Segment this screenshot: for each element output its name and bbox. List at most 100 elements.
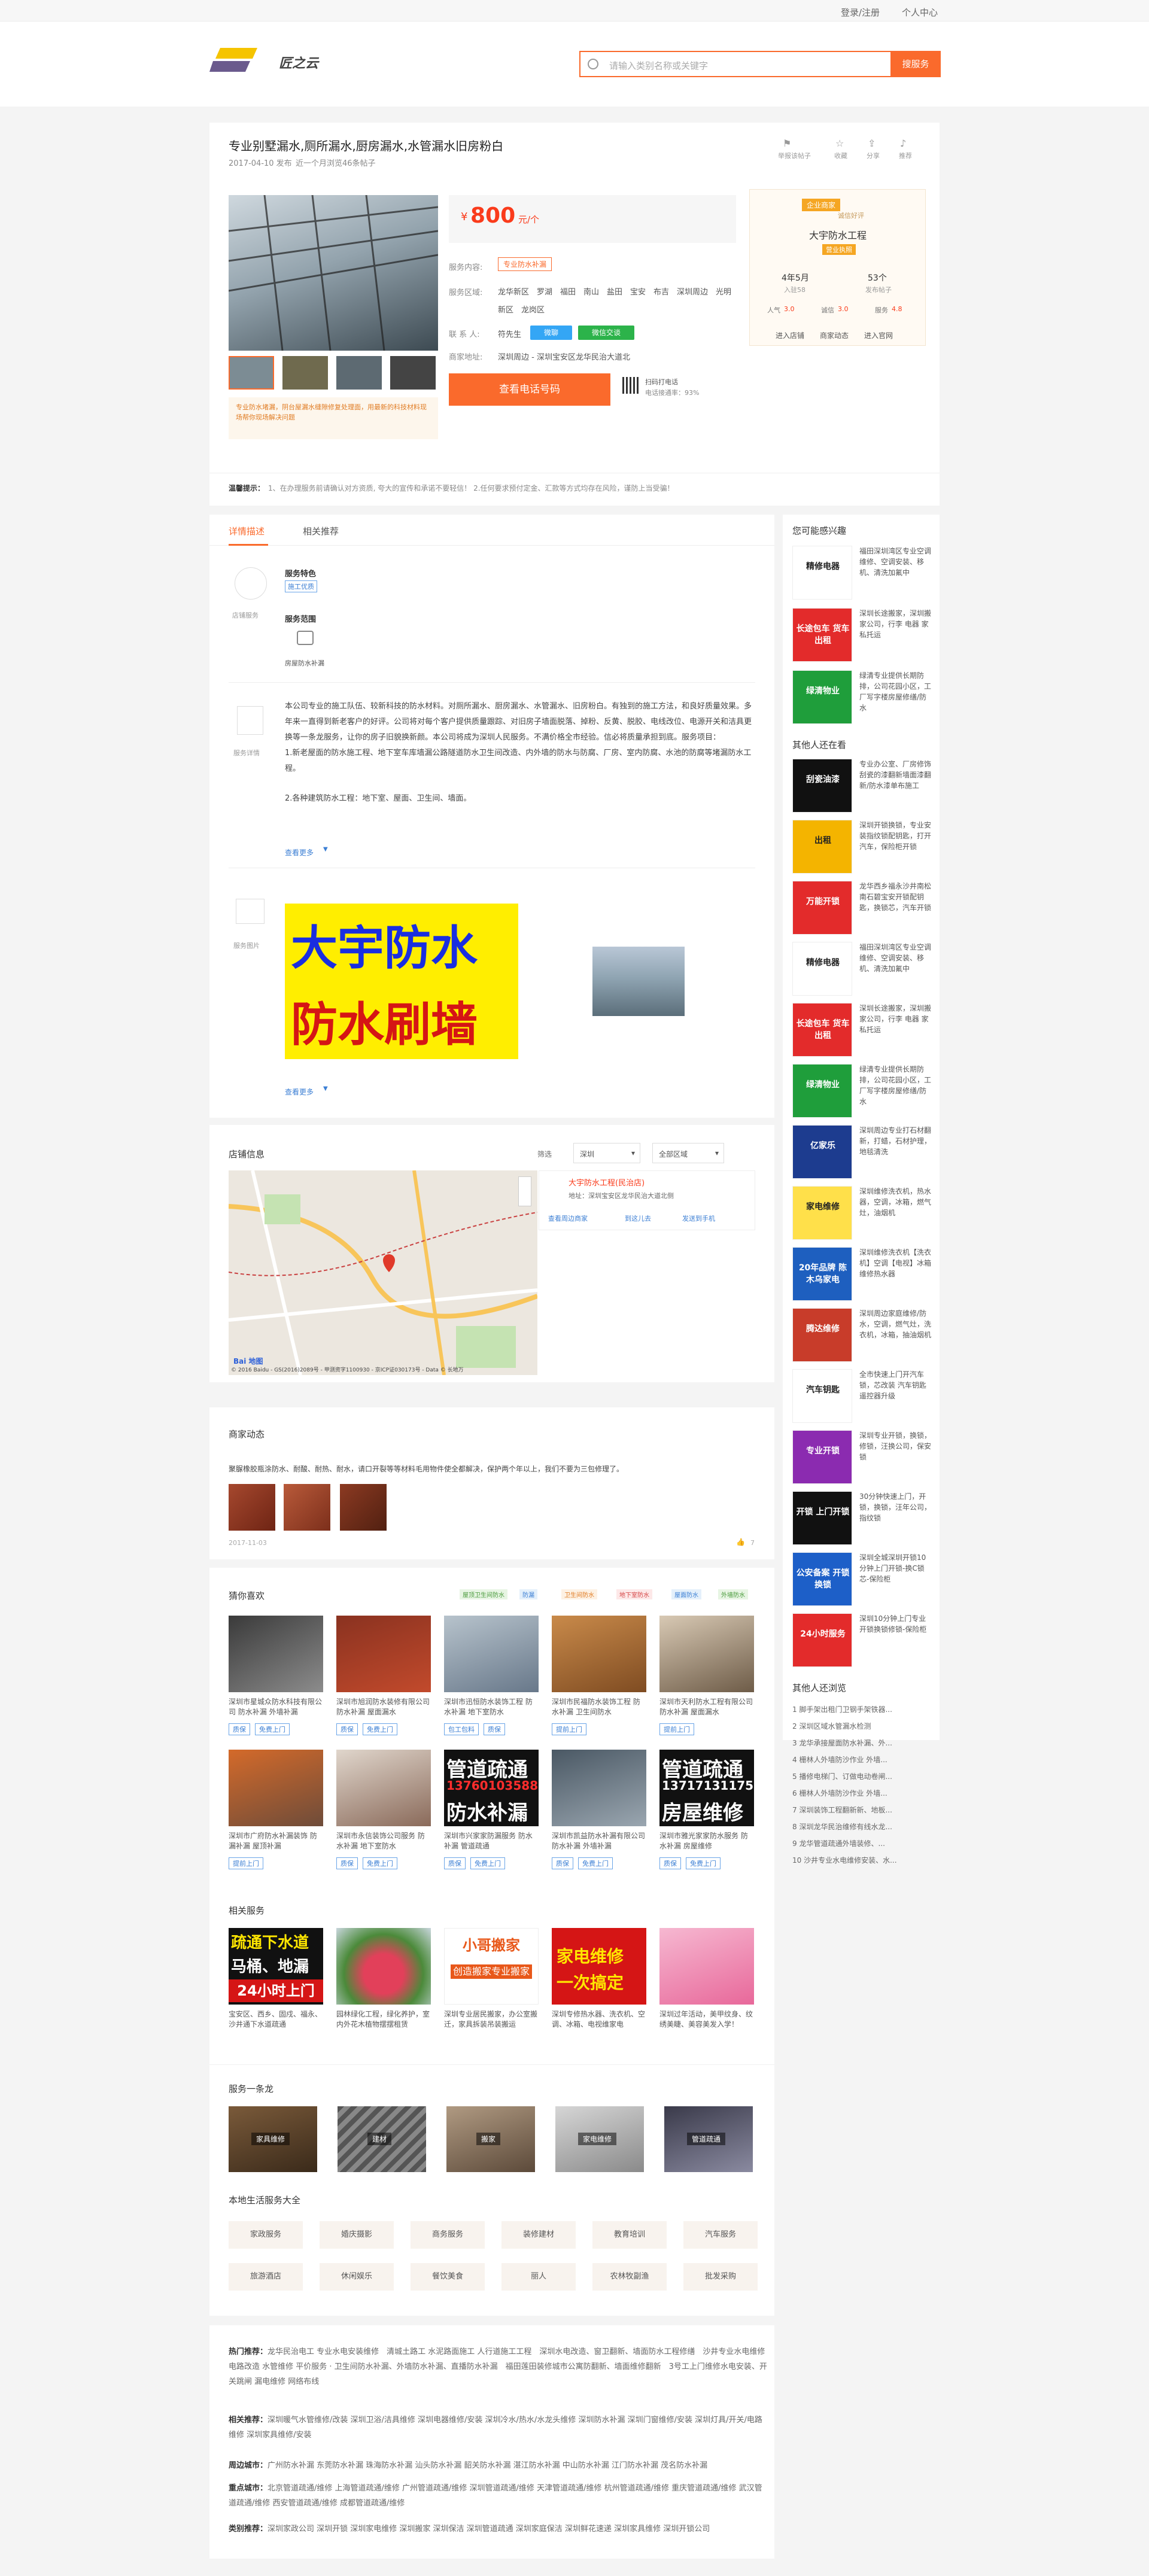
sidebar-caption: 深圳长途搬家，深圳搬家公司，行李 电器 家私托运 — [859, 609, 931, 639]
more-link-2[interactable]: 查看更多 — [285, 1087, 314, 1097]
browse-item[interactable]: 10 沙井专业水电维修安装、水... — [792, 1855, 932, 1865]
browse-item[interactable]: 3 龙华承接屋面防水补漏、外... — [792, 1738, 932, 1748]
browse-item[interactable]: 8 深圳龙华民治维修有线水龙... — [792, 1821, 932, 1832]
category-button[interactable]: 汽车服务 — [683, 2221, 758, 2249]
zoom-control[interactable] — [518, 1176, 531, 1206]
send-phone-link[interactable]: 发送到手机 — [682, 1214, 715, 1223]
nearby-link[interactable]: 查看周边商家 — [548, 1214, 588, 1223]
search-button[interactable]: 搜服务 — [890, 51, 941, 77]
dynamics-photo-2[interactable] — [284, 1484, 330, 1531]
map-view[interactable]: Bai 地图 © 2016 Baidu - GS(2016)2089号 - 甲测… — [229, 1170, 537, 1375]
shop-name[interactable]: 大宇防水工程 — [809, 227, 867, 242]
like-icon[interactable]: 👍 — [736, 1538, 745, 1546]
footer-text[interactable]: 龙华民治电工 专业水电安装维修 清城土路工 水泥路面施工 人行道施工工程 深圳水… — [229, 2347, 767, 2386]
official-site-link[interactable]: 进入官网 — [864, 330, 893, 340]
category-button[interactable]: 餐饮美食 — [411, 2263, 485, 2291]
oneline-item[interactable]: 搬家 — [446, 2106, 535, 2172]
show-phone-button[interactable]: 查看电话号码 — [449, 373, 610, 406]
roof-photo[interactable] — [592, 947, 685, 1016]
guess-tag-5[interactable]: 屋面防水 — [671, 1589, 701, 1599]
shop-service-label: 店铺服务 — [232, 612, 259, 619]
poster-image[interactable]: 大宇防水 防水刷墙 — [285, 904, 518, 1059]
category-button[interactable]: 丽人 — [501, 2263, 576, 2291]
report-label[interactable]: 举报该帖子 — [778, 151, 811, 160]
category-button[interactable]: 休闲娱乐 — [320, 2263, 394, 2291]
oneline-title: 服务一条龙 — [229, 2084, 274, 2094]
oneline-item[interactable]: 家具维修 — [229, 2106, 317, 2172]
category-button[interactable]: 批发采购 — [683, 2263, 758, 2291]
guess-tag-6[interactable]: 外墙防水 — [718, 1589, 748, 1599]
chat-button[interactable]: 微聊 — [530, 326, 572, 340]
category-button[interactable]: 婚庆摄影 — [320, 2221, 394, 2249]
guess-tag-1[interactable]: 屋顶卫生间防水 — [460, 1589, 507, 1599]
browse-item[interactable]: 6 栅林人外墙防沙作业 外墙... — [792, 1788, 932, 1798]
rating-2-label: 诚信 — [821, 306, 834, 314]
sidebar-thumb: 汽车钥匙 — [792, 1369, 852, 1423]
guess-tag-2[interactable]: 防漏 — [519, 1589, 537, 1599]
category-button[interactable]: 教育培训 — [592, 2221, 667, 2249]
dynamics-photo-3[interactable] — [340, 1484, 387, 1531]
license-badge: 营业执照 — [822, 244, 856, 255]
browse-item[interactable]: 2 深圳区域水管漏水检测 — [792, 1721, 932, 1731]
thumb-2[interactable] — [282, 356, 328, 390]
report-icon[interactable]: ⚑ — [783, 138, 791, 149]
browse-item[interactable]: 5 播修电梯门、订做电动卷闸... — [792, 1771, 932, 1781]
category-button[interactable]: 装修建材 — [501, 2221, 576, 2249]
category-button[interactable]: 农林牧副渔 — [592, 2263, 667, 2291]
footer-text[interactable]: 北京管道疏通/维修 上海管道疏通/维修 广州管道疏通/维修 深圳管道疏通/维修 … — [229, 2484, 762, 2508]
footer-text[interactable]: 深圳暖气水管维修/改装 深圳卫浴/洁具维修 深圳电器维修/安装 深圳冷水/热水/… — [229, 2416, 762, 2440]
search-input[interactable]: 请输入类别名称或关键字 — [579, 51, 890, 77]
favorite-icon[interactable]: ☆ — [835, 138, 844, 149]
chevron-down-icon[interactable]: ▼ — [323, 1085, 328, 1092]
map-shop-name[interactable]: 大宇防水工程(民治店) — [569, 1176, 645, 1188]
oneline-item[interactable]: 建材 — [338, 2106, 426, 2172]
content-tag[interactable]: 专业防水补漏 — [498, 257, 552, 271]
browse-item[interactable]: 1 脚手架出租门卫钢手架铁器... — [792, 1704, 932, 1714]
favorite-label[interactable]: 收藏 — [834, 151, 847, 160]
guess-tag-3[interactable]: 卫生间防水 — [561, 1589, 597, 1599]
category-button[interactable]: 家政服务 — [229, 2221, 303, 2249]
shop-news-link[interactable]: 商家动态 — [820, 330, 849, 340]
footer-row: 周边城市：广州防水补漏 东莞防水补漏 珠海防水补漏 汕头防水补漏 韶关防水补漏 … — [229, 2458, 767, 2476]
footer-text[interactable]: 广州防水补漏 东莞防水补漏 珠海防水补漏 汕头防水补漏 韶关防水补漏 湛江防水补… — [268, 2461, 707, 2470]
area-list[interactable]: 龙华新区 罗湖 福田 南山 盐田 宝安 布吉 深圳周边 光明新区 龙岗区 — [498, 284, 737, 320]
footer-row: 热门推荐：龙华民治电工 专业水电安装维修 清城土路工 水泥路面施工 人行道施工工… — [229, 2344, 767, 2392]
share-icon[interactable]: ⇪ — [868, 138, 876, 149]
dynamics-photo-1[interactable] — [229, 1484, 275, 1531]
user-center-link[interactable]: 个人中心 — [902, 6, 938, 19]
category-button[interactable]: 旅游酒店 — [229, 2263, 303, 2291]
city-select[interactable]: 深圳 ▾ — [573, 1143, 640, 1163]
qr-code-icon[interactable] — [622, 377, 639, 394]
region-select[interactable]: 全部区域 ▾ — [652, 1143, 724, 1163]
chevron-down-icon[interactable]: ▼ — [323, 846, 328, 853]
thumb-4[interactable] — [390, 356, 436, 390]
browse-item[interactable]: 4 栅林人外墙防沙作业 外墙... — [792, 1754, 932, 1765]
sidebar-thumb-text: 长途包车 货车出租 — [796, 624, 850, 646]
wechat-button[interactable]: 微信交谈 — [578, 326, 634, 340]
more-link[interactable]: 查看更多 — [285, 847, 314, 857]
footer-text[interactable]: 深圳家政公司 深圳开锁 深圳家电维修 深圳搬家 深圳保洁 深圳管道疏通 深圳家庭… — [268, 2525, 710, 2534]
oneline-item[interactable]: 家电维修 — [555, 2106, 644, 2172]
footer-label: 重点城市： — [229, 2484, 268, 2493]
browse-item[interactable]: 7 深圳装饰工程翻新新、地板... — [792, 1805, 932, 1815]
guess-tag: 提前上门 — [552, 1723, 586, 1735]
sidebar-browse-title: 其他人还浏览 — [792, 1683, 847, 1693]
guess-image — [229, 1616, 323, 1692]
main-photo[interactable] — [229, 195, 438, 351]
recommend-icon[interactable]: ♪ — [900, 138, 906, 149]
tab-detail[interactable]: 详情描述 — [229, 525, 265, 537]
oneline-item[interactable]: 管道疏通 — [664, 2106, 753, 2172]
thumb-1[interactable] — [229, 356, 274, 390]
shop-badge: 企业商家 — [802, 199, 841, 211]
guess-tag-4[interactable]: 地下室防水 — [616, 1589, 652, 1599]
recommend-label[interactable]: 推荐 — [899, 151, 912, 160]
login-link[interactable]: 登录/注册 — [841, 6, 880, 19]
category-button[interactable]: 商务服务 — [411, 2221, 485, 2249]
directions-link[interactable]: 到这儿去 — [625, 1214, 651, 1223]
thumb-3[interactable] — [336, 356, 382, 390]
site-logo[interactable] — [209, 42, 276, 81]
tab-related[interactable]: 相关推荐 — [303, 525, 339, 537]
browse-item[interactable]: 9 龙华管道疏通外墙装修、... — [792, 1838, 932, 1848]
share-label[interactable]: 分享 — [867, 151, 880, 160]
enter-shop-link[interactable]: 进入店铺 — [776, 330, 804, 340]
